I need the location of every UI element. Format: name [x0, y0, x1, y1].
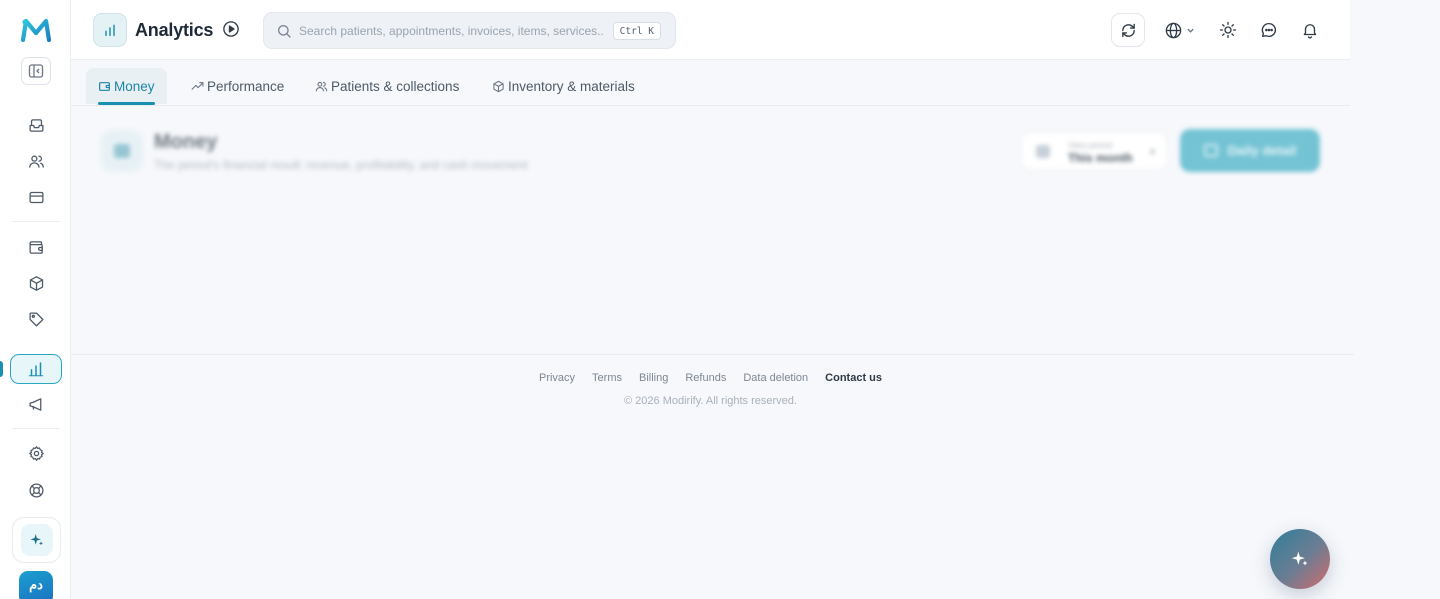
wallet-icon — [99, 81, 110, 91]
chevron-down-icon — [1186, 28, 1194, 33]
tab-money-label: Money — [114, 78, 155, 94]
megaphone-icon — [28, 397, 41, 411]
users-icon — [28, 155, 44, 168]
trend-up-icon — [191, 81, 204, 90]
sidebar: دم — [0, 0, 71, 599]
footer-link-data-deletion[interactable]: Data deletion — [743, 372, 808, 384]
period-selector[interactable]: View period This month ▼ — [1021, 132, 1167, 170]
tab-patients-collections[interactable]: Patients & collections — [303, 68, 471, 104]
gear-icon — [28, 445, 44, 461]
play-circle-icon — [223, 21, 239, 37]
lifebuoy-icon — [28, 482, 44, 498]
period-value: This month — [1068, 151, 1133, 165]
section-title: Money — [154, 131, 218, 153]
avatar[interactable]: دم — [19, 571, 53, 599]
analytics-tabs: Money Performance Patients & collections… — [71, 60, 1350, 106]
inbox-icon — [28, 118, 44, 132]
sparkle-icon — [1291, 551, 1308, 566]
sidebar-item-inventory[interactable] — [22, 269, 50, 297]
notifications-button[interactable] — [1293, 13, 1327, 47]
top-header: Analytics Ctrl K — [71, 0, 1350, 60]
tab-inventory-materials[interactable]: Inventory & materials — [480, 68, 647, 104]
sidebar-item-services[interactable] — [22, 305, 50, 333]
daily-detail-label: Daily detail — [1227, 143, 1297, 158]
sun-icon — [1219, 21, 1237, 39]
bar-chart-icon — [105, 24, 115, 37]
calendar-icon — [1203, 144, 1218, 157]
sidebar-collapse-button[interactable] — [21, 57, 51, 85]
refresh-icon — [1121, 23, 1135, 37]
footer-links: Privacy Terms Billing Refunds Data delet… — [71, 372, 1350, 384]
search-shortcut-badge: Ctrl K — [612, 22, 661, 40]
refresh-button[interactable] — [1111, 13, 1145, 47]
footer-link-contact[interactable]: Contact us — [825, 372, 882, 384]
bar-chart-icon — [28, 362, 44, 377]
tag-icon — [28, 311, 44, 327]
page-title: Analytics — [135, 20, 214, 40]
tab-inventory-label: Inventory & materials — [508, 78, 635, 94]
sidebar-item-users[interactable] — [22, 147, 50, 175]
messages-button[interactable] — [1252, 13, 1286, 47]
period-label: View period — [1068, 140, 1113, 150]
money-page-header: Money The period's financial result: rev… — [71, 106, 1350, 196]
tab-performance[interactable]: Performance — [179, 68, 296, 104]
section-subtitle: The period's financial result: revenue, … — [154, 158, 528, 172]
search-icon — [276, 23, 292, 39]
sidebar-divider — [12, 428, 60, 429]
footer-link-privacy[interactable]: Privacy — [539, 372, 575, 384]
credit-card-icon — [28, 191, 44, 203]
footer-link-refunds[interactable]: Refunds — [685, 372, 726, 384]
sidebar-item-support[interactable] — [22, 476, 50, 504]
sidebar-item-analytics[interactable] — [10, 354, 62, 384]
global-search[interactable]: Ctrl K — [263, 12, 676, 49]
tab-patients-label: Patients & collections — [331, 78, 460, 94]
tour-play-button[interactable] — [221, 19, 241, 39]
daily-detail-button[interactable]: Daily detail — [1180, 129, 1320, 172]
ai-assistant-card[interactable] — [12, 517, 61, 563]
sidebar-item-settings[interactable] — [22, 439, 50, 467]
money-section-icon — [101, 130, 143, 172]
footer-divider — [71, 354, 1354, 355]
footer-link-terms[interactable]: Terms — [592, 372, 622, 384]
bell-icon — [1303, 24, 1317, 39]
calendar-icon — [1036, 145, 1050, 158]
sidebar-item-inbox[interactable] — [22, 111, 50, 139]
active-indicator — [0, 361, 3, 377]
sidebar-collapse-icon — [28, 64, 44, 78]
tab-money[interactable]: Money — [86, 68, 167, 105]
chat-bubble-icon — [1261, 22, 1277, 38]
sparkle-icon — [29, 534, 43, 546]
footer-link-billing[interactable]: Billing — [639, 372, 668, 384]
sidebar-item-wallet[interactable] — [22, 233, 50, 261]
copyright: © 2026 Modirify. All rights reserved. — [624, 395, 797, 407]
chevron-down-icon: ▼ — [1148, 147, 1157, 157]
tab-performance-label: Performance — [207, 78, 285, 94]
wallet-icon — [28, 240, 43, 254]
users-icon — [315, 81, 328, 91]
globe-icon — [1165, 22, 1181, 38]
box-icon — [493, 80, 504, 92]
sidebar-divider — [12, 221, 60, 222]
search-input[interactable] — [299, 21, 604, 41]
package-icon — [29, 275, 43, 291]
language-selector[interactable] — [1157, 13, 1201, 47]
analytics-header-icon — [93, 13, 127, 47]
ai-assistant-fab[interactable] — [1270, 529, 1330, 589]
sidebar-item-marketing[interactable] — [22, 390, 50, 418]
app-logo[interactable] — [20, 16, 52, 44]
sidebar-item-billing[interactable] — [22, 183, 50, 211]
theme-toggle-button[interactable] — [1211, 13, 1245, 47]
